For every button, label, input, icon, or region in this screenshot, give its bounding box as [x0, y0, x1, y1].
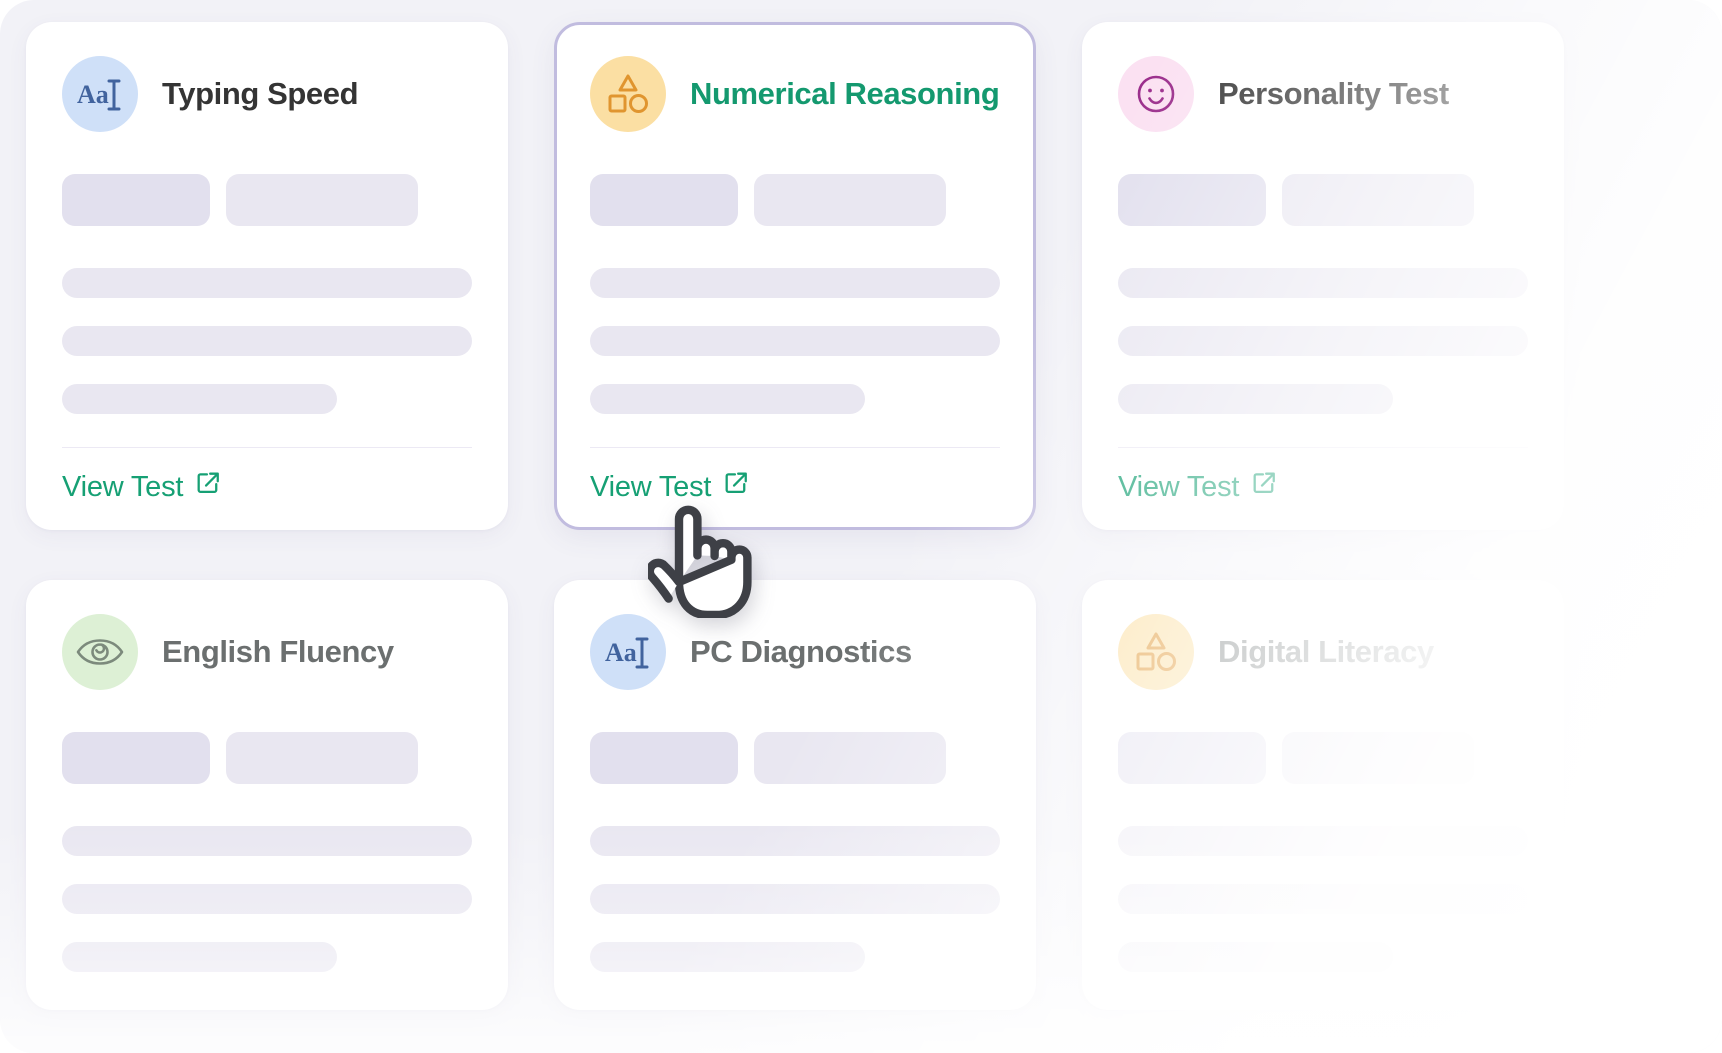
smiley-face-icon — [1118, 56, 1194, 132]
shapes-triangle-square-circle-icon — [1118, 614, 1194, 690]
card-header: Digital Literacy — [1118, 614, 1528, 690]
external-link-icon — [1251, 470, 1277, 504]
skeleton-bar — [1118, 942, 1393, 972]
skeleton-bar — [590, 826, 1000, 856]
svg-text:Aa: Aa — [605, 638, 637, 667]
card-title: Typing Speed — [162, 76, 359, 111]
shapes-triangle-square-circle-icon — [590, 56, 666, 132]
skeleton-bar — [1118, 268, 1528, 298]
skeleton-pill — [590, 174, 738, 226]
skeleton-pill-row — [62, 174, 472, 226]
skeleton-bar — [1118, 826, 1528, 856]
skeleton-bar — [62, 384, 337, 414]
skeleton-pill — [226, 174, 418, 226]
skeleton-bar — [62, 326, 472, 356]
skeleton-pill-row — [590, 174, 1000, 226]
skeleton-pill — [754, 174, 946, 226]
card-header: English Fluency — [62, 614, 472, 690]
skeleton-pill — [1118, 174, 1266, 226]
card-footer: View Test — [62, 447, 472, 504]
external-link-icon — [195, 470, 221, 504]
test-catalog-page: Aa Typing Speed View Test Numerical Reas… — [0, 0, 1722, 1053]
svg-text:Aa: Aa — [77, 80, 109, 109]
skeleton-pill — [226, 732, 418, 784]
view-test-link[interactable]: View Test — [590, 470, 749, 504]
skeleton-bar — [590, 268, 1000, 298]
card-header: Aa PC Diagnostics — [590, 614, 1000, 690]
test-card-grid: Aa Typing Speed View Test Numerical Reas… — [26, 22, 1586, 1010]
skeleton-bar — [62, 942, 337, 972]
card-header: Numerical Reasoning — [590, 56, 1000, 132]
skeleton-bar — [1118, 884, 1528, 914]
card-footer: View Test — [590, 447, 1000, 504]
card-header: Aa Typing Speed — [62, 56, 472, 132]
view-test-label: View Test — [1118, 470, 1240, 503]
card-title: Numerical Reasoning — [690, 76, 1000, 111]
skeleton-pill — [1282, 174, 1474, 226]
skeleton-bar — [1118, 384, 1393, 414]
external-link-icon — [723, 470, 749, 504]
card-title: Digital Literacy — [1218, 634, 1434, 669]
card-footer: View Test — [1118, 447, 1528, 504]
skeleton-bar — [590, 326, 1000, 356]
card-title: English Fluency — [162, 634, 394, 669]
test-card-typing-speed[interactable]: Aa Typing Speed View Test — [26, 22, 508, 530]
card-header: Personality Test — [1118, 56, 1528, 132]
text-cursor-aa-icon: Aa — [590, 614, 666, 690]
skeleton-pill — [754, 732, 946, 784]
eye-icon — [62, 614, 138, 690]
card-title: Personality Test — [1218, 76, 1449, 111]
test-card-personality-test[interactable]: Personality Test View Test — [1082, 22, 1564, 530]
skeleton-pill — [62, 174, 210, 226]
view-test-link[interactable]: View Test — [62, 470, 221, 504]
text-cursor-aa-icon: Aa — [62, 56, 138, 132]
skeleton-bar — [590, 884, 1000, 914]
skeleton-pill-row — [1118, 174, 1528, 226]
skeleton-pill-row — [1118, 732, 1528, 784]
test-card-pc-diagnostics[interactable]: Aa PC Diagnostics — [554, 580, 1036, 1010]
skeleton-bar — [62, 268, 472, 298]
skeleton-pill — [62, 732, 210, 784]
skeleton-pill-row — [590, 732, 1000, 784]
skeleton-pill-row — [62, 732, 472, 784]
view-test-label: View Test — [590, 470, 712, 503]
skeleton-pill — [1282, 732, 1474, 784]
skeleton-bar — [62, 826, 472, 856]
card-title: PC Diagnostics — [690, 634, 912, 669]
skeleton-bar — [590, 384, 865, 414]
skeleton-pill — [1118, 732, 1266, 784]
test-card-digital-literacy[interactable]: Digital Literacy — [1082, 580, 1564, 1010]
test-card-english-fluency[interactable]: English Fluency — [26, 580, 508, 1010]
view-test-label: View Test — [62, 470, 184, 503]
skeleton-bar — [590, 942, 865, 972]
skeleton-bar — [62, 884, 472, 914]
test-card-numerical-reasoning[interactable]: Numerical Reasoning View Test — [554, 22, 1036, 530]
view-test-link[interactable]: View Test — [1118, 470, 1277, 504]
skeleton-pill — [590, 732, 738, 784]
skeleton-bar — [1118, 326, 1528, 356]
